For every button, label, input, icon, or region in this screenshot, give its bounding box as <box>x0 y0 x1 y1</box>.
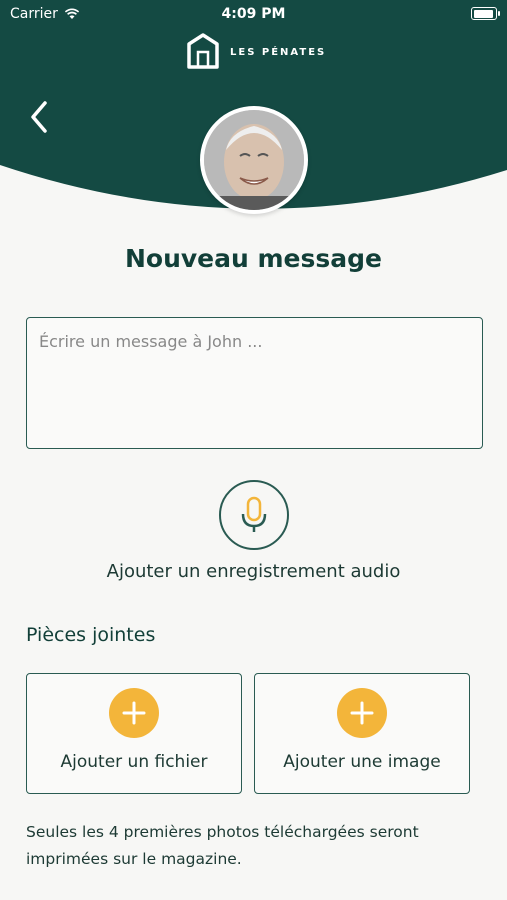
photo-limit-note: Seules les 4 premières photos téléchargé… <box>26 823 419 868</box>
add-file-label: Ajouter un fichier <box>60 752 208 772</box>
add-file-button[interactable]: Ajouter un fichier <box>26 673 242 794</box>
add-image-label: Ajouter une image <box>283 752 441 772</box>
house-logo-icon <box>187 33 219 69</box>
status-bar: Carrier 4:09 PM <box>0 0 507 30</box>
attachments-title: Pièces jointes <box>26 624 156 646</box>
back-button[interactable] <box>22 98 56 136</box>
microphone-icon <box>241 496 267 532</box>
message-input[interactable]: Écrire un message à John ... <box>26 317 483 449</box>
plus-icon <box>109 688 159 738</box>
brand-name: LES PÉNATES <box>230 46 327 58</box>
page-title: Nouveau message <box>124 244 382 273</box>
profile-photo <box>204 110 304 210</box>
avatar <box>200 106 308 214</box>
record-audio-button[interactable] <box>219 480 289 550</box>
plus-icon <box>337 688 387 738</box>
audio-label[interactable]: Ajouter un enregistrement audio <box>0 561 507 582</box>
brand-logo: LES PÉNATES <box>186 33 326 71</box>
status-time: 4:09 PM <box>221 6 286 22</box>
chevron-left-icon <box>31 101 47 133</box>
add-image-button[interactable]: Ajouter une image <box>254 673 470 794</box>
battery-icon <box>471 7 500 20</box>
message-placeholder: Écrire un message à John ... <box>39 332 263 351</box>
